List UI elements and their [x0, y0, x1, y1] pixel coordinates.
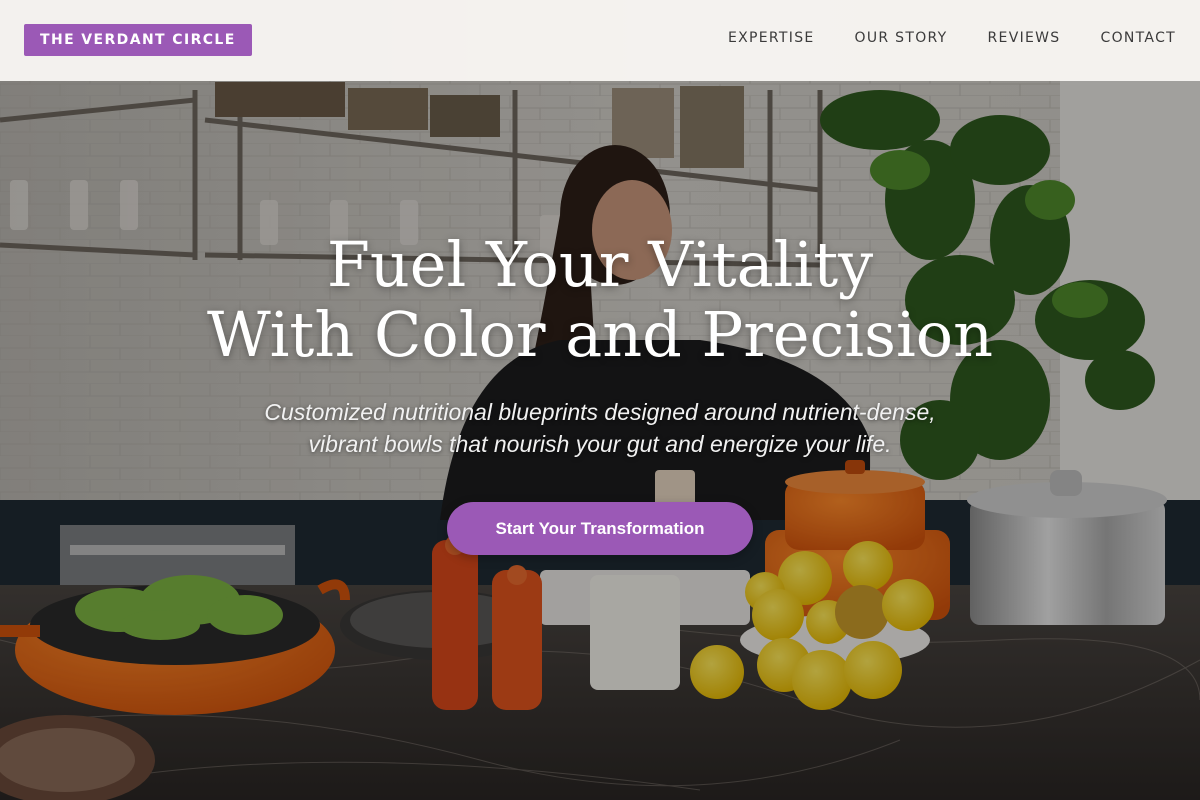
nav-link-reviews[interactable]: REVIEWS [988, 30, 1061, 46]
hero-content: Fuel Your Vitality With Color and Precis… [0, 230, 1200, 555]
main-nav: EXPERTISE OUR STORY REVIEWS CONTACT [728, 30, 1176, 46]
hero-headline-line-2: With Color and Precision [206, 298, 994, 371]
hero-headline: Fuel Your Vitality With Color and Precis… [0, 230, 1200, 370]
brand-logo[interactable]: THE VERDANT CIRCLE [24, 24, 252, 56]
site-header: THE VERDANT CIRCLE EXPERTISE OUR STORY R… [0, 0, 1200, 81]
nav-link-expertise[interactable]: EXPERTISE [728, 30, 815, 46]
hero-headline-line-1: Fuel Your Vitality [326, 228, 874, 301]
landing-page: THE VERDANT CIRCLE EXPERTISE OUR STORY R… [0, 0, 1200, 800]
hero-subtext: Customized nutritional blueprints design… [264, 399, 936, 457]
start-transformation-button[interactable]: Start Your Transformation [447, 502, 753, 555]
nav-link-contact[interactable]: CONTACT [1101, 30, 1177, 46]
nav-link-our-story[interactable]: OUR STORY [855, 30, 948, 46]
